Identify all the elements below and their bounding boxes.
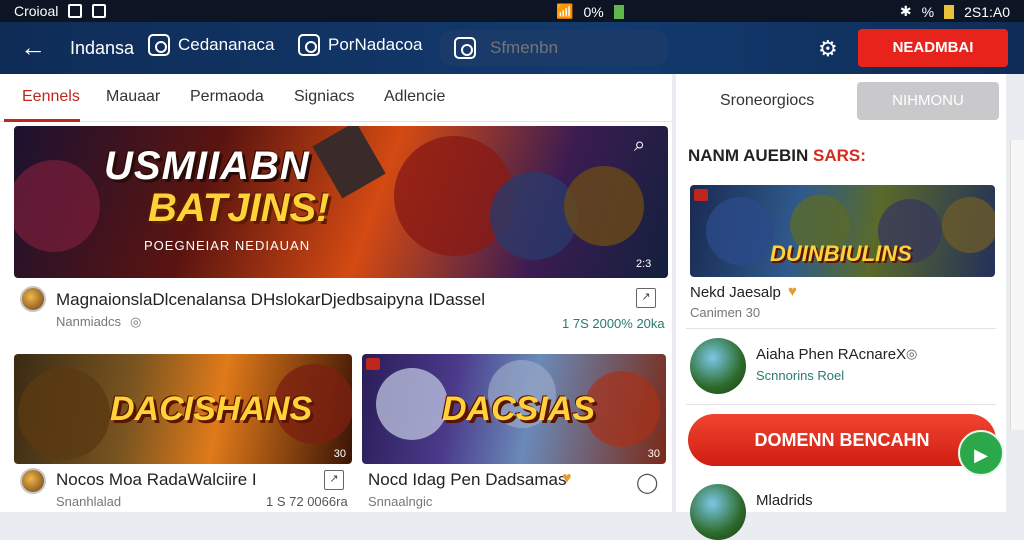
battery-icon-2 bbox=[944, 4, 955, 19]
section-title-accent: SARS: bbox=[813, 146, 866, 165]
app-title: Indansa bbox=[70, 38, 135, 58]
battery-icon bbox=[613, 4, 624, 19]
avatar[interactable] bbox=[690, 338, 746, 394]
card-title[interactable]: Nocos Moa RadaWalciire I bbox=[56, 470, 257, 490]
battery-label: 0% bbox=[583, 3, 604, 20]
signal-label: % bbox=[921, 3, 935, 20]
search-icon bbox=[454, 37, 476, 59]
nav-label: Cedananaca bbox=[178, 35, 275, 54]
feature-title[interactable]: Nekd Jaesalp bbox=[690, 284, 781, 301]
tab-eennels[interactable]: Eennels bbox=[22, 88, 80, 106]
tab-bar: Eennels Mauaar Permaoda Signiacs Adlenci… bbox=[0, 74, 672, 122]
search-icon[interactable]: ⌕ bbox=[634, 134, 645, 157]
arrow-left-icon[interactable]: ← bbox=[20, 34, 46, 60]
verified-icon: ◎ bbox=[906, 346, 918, 361]
list-item-title[interactable]: Mladrids bbox=[756, 492, 813, 509]
card-thumb-title: DACSIAS bbox=[442, 390, 596, 428]
hero-title-2: BATJINS! bbox=[148, 186, 330, 230]
section-title: NANM AUEBIN SARS: bbox=[688, 146, 866, 166]
app-bar: ← Indansa Cedananaca PorNadacoa ⚙ NEADMB… bbox=[0, 22, 1024, 74]
list-item-title[interactable]: Aiaha Phen RAcnareX bbox=[756, 346, 906, 363]
bluetooth-icon: ✱ bbox=[899, 3, 912, 19]
feature-sub: Canimen 30 bbox=[690, 305, 761, 320]
feature-thumb-title: DUINBIULINS bbox=[770, 241, 912, 266]
scrollbar[interactable] bbox=[1010, 140, 1024, 430]
tab-adlencie[interactable]: Adlencie bbox=[384, 88, 445, 106]
wifi-icon: 📶 bbox=[556, 3, 574, 19]
time-label: 2S1:A0 bbox=[964, 3, 1010, 20]
avatar[interactable] bbox=[20, 468, 46, 494]
gear-icon[interactable]: ⚙ bbox=[818, 36, 838, 62]
post-author: Nanmiadcs bbox=[56, 314, 122, 329]
avatar[interactable] bbox=[20, 286, 46, 312]
post-title[interactable]: MagnaionslaDlcenalansa DHslokarDjedbsaip… bbox=[56, 290, 485, 310]
divider bbox=[686, 404, 996, 405]
tab-permaoda[interactable]: Permaoda bbox=[190, 88, 264, 106]
card-thumbnail[interactable]: DACISHANS 30 bbox=[14, 354, 352, 464]
hero-title: USMIIABN bbox=[104, 144, 310, 188]
carrier-label: Croioal bbox=[14, 3, 59, 19]
image-icon bbox=[68, 4, 83, 18]
heart-icon[interactable]: ♥ bbox=[788, 283, 797, 300]
bookmark-icon[interactable]: ↗ bbox=[324, 470, 344, 490]
card-thumb-num: 30 bbox=[647, 448, 660, 460]
post-stat: 1 7S 2000% 20ka bbox=[562, 316, 665, 331]
chat-icon bbox=[298, 34, 320, 56]
search-input[interactable] bbox=[490, 37, 650, 59]
side-action-button[interactable]: NIHMONU bbox=[857, 82, 999, 120]
search-box[interactable] bbox=[440, 30, 668, 66]
instagram-icon bbox=[148, 34, 170, 56]
nav-item-pornadacoa[interactable]: PorNadacoa bbox=[298, 34, 423, 56]
nav-label: PorNadacoa bbox=[328, 35, 423, 54]
play-icon[interactable]: ▶ bbox=[958, 430, 1004, 476]
bookmark-icon[interactable]: ↗ bbox=[636, 288, 656, 308]
nav-item-cedananaca[interactable]: Cedananaca bbox=[148, 34, 274, 56]
side-tab[interactable]: Sroneorgiocs bbox=[720, 92, 814, 110]
hero-banner[interactable]: USMIIABN BATJINS! POEGNEIAR NEDIAUAN ⌕ 2… bbox=[14, 126, 668, 278]
tab-mauaar[interactable]: Mauaar bbox=[106, 88, 160, 106]
active-tab-indicator bbox=[4, 119, 80, 122]
card-stat: 1 S 72 0066ra bbox=[266, 494, 348, 509]
play-button[interactable]: DOMENN BENCAHN bbox=[688, 414, 996, 466]
card-thumb-title: DACISHANS bbox=[110, 390, 313, 428]
verified-icon: ◎ bbox=[130, 314, 142, 329]
comment-icon[interactable]: ◯ bbox=[636, 470, 658, 495]
section-title-text: NANM AUEBIN bbox=[688, 146, 809, 165]
gallery-icon bbox=[92, 4, 107, 18]
feature-thumbnail[interactable]: DUINBIULINS bbox=[690, 185, 995, 277]
card-sub: Snanhlalad bbox=[56, 494, 122, 509]
list-item-sub: Scnnorins Roel bbox=[756, 368, 845, 383]
hero-subtitle: POEGNEIAR NEDIAUAN bbox=[144, 238, 311, 253]
divider bbox=[686, 328, 996, 329]
main-feed: Eennels Mauaar Permaoda Signiacs Adlenci… bbox=[0, 74, 672, 512]
card-sub: Snnaalngic bbox=[368, 494, 433, 509]
hero-corner-num: 2:3 bbox=[636, 258, 652, 270]
cta-button[interactable]: NEADMBAI bbox=[858, 29, 1008, 67]
avatar[interactable] bbox=[690, 484, 746, 540]
status-bar: Croioal 📶 0% ✱ % 2S1:A0 bbox=[0, 0, 1024, 22]
card-thumb-num: 30 bbox=[333, 448, 346, 460]
tab-signiacs[interactable]: Signiacs bbox=[294, 88, 354, 106]
card-title[interactable]: Nocd Idag Pen Dadsamas bbox=[368, 470, 566, 490]
card-thumbnail[interactable]: DACSIAS 30 bbox=[362, 354, 666, 464]
heart-icon[interactable]: ♥ bbox=[562, 470, 572, 488]
